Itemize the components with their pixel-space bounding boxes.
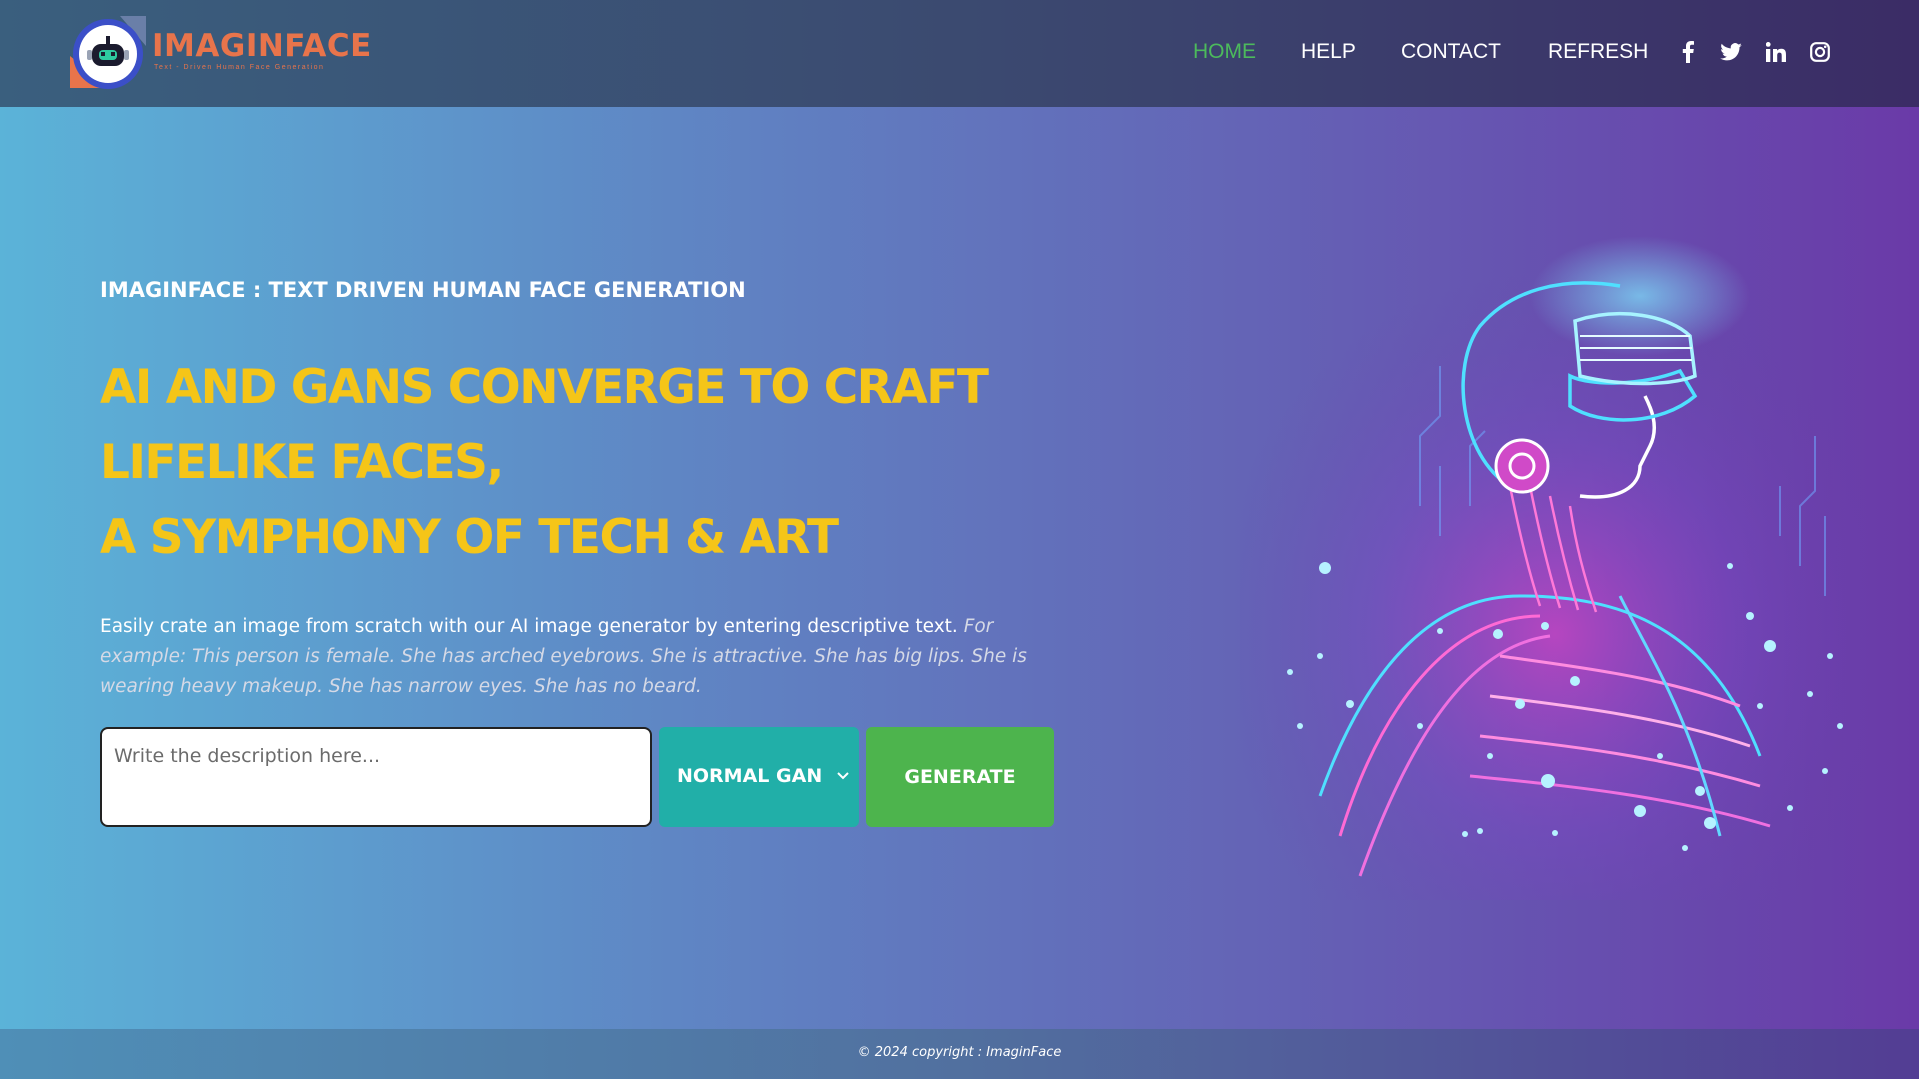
nav-refresh[interactable]: REFRESH <box>1548 40 1648 64</box>
headline-line-2: LIFELIKE FACES, <box>100 435 504 490</box>
brand-name: IMAGINFACE <box>152 28 372 64</box>
twitter-icon[interactable] <box>1719 40 1743 64</box>
neon-vr-face-illustration <box>1240 236 1870 900</box>
model-select[interactable]: NORMAL GAN <box>659 727 859 827</box>
copyright-text: © 2024 copyright : ImaginFace <box>857 1045 1062 1060</box>
headline-line-1: AI AND GANS CONVERGE TO CRAFT <box>100 360 989 415</box>
instagram-icon[interactable] <box>1808 40 1832 64</box>
nav-contact[interactable]: CONTACT <box>1401 40 1501 64</box>
generate-button[interactable]: GENERATE <box>866 727 1054 827</box>
model-select-value: NORMAL GAN <box>677 765 823 787</box>
nav-help[interactable]: HELP <box>1301 40 1356 64</box>
description-input-wrapper <box>100 727 652 827</box>
top-navbar: IMAGINFACE Text - Driven Human Face Gene… <box>0 0 1919 107</box>
facebook-icon[interactable] <box>1676 40 1700 64</box>
hero-description: Easily crate an image from scratch with … <box>100 612 1030 702</box>
robot-logo-icon <box>70 16 146 89</box>
nav-home[interactable]: HOME <box>1193 40 1256 64</box>
brand-logo[interactable]: IMAGINFACE Text - Driven Human Face Gene… <box>70 16 371 92</box>
chevron-down-icon <box>837 772 849 780</box>
description-text: Easily crate an image from scratch with … <box>100 616 958 637</box>
headline-line-3: A SYMPHONY OF TECH & ART <box>100 510 839 565</box>
hero-headline: AI AND GANS CONVERGE TO CRAFT LIFELIKE F… <box>100 350 1080 575</box>
description-input[interactable] <box>102 729 650 825</box>
linkedin-icon[interactable] <box>1764 40 1788 64</box>
hero-kicker: IMAGINFACE : TEXT DRIVEN HUMAN FACE GENE… <box>100 278 746 302</box>
page-footer: © 2024 copyright : ImaginFace <box>0 1029 1919 1079</box>
brand-tagline: Text - Driven Human Face Generation <box>154 64 325 71</box>
